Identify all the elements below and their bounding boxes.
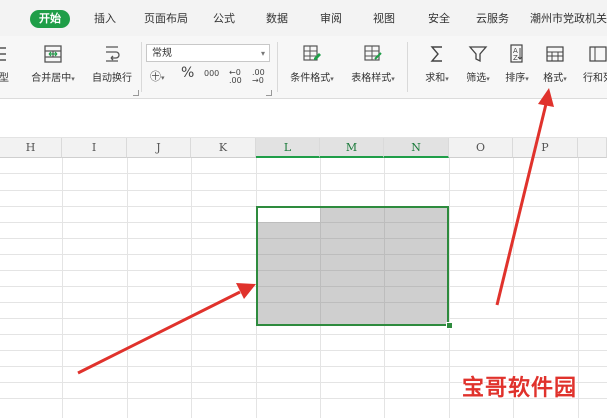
annotation-arrows xyxy=(77,88,554,375)
watermark: 宝哥软件园 xyxy=(462,376,578,401)
arrow-to-format-button xyxy=(495,88,554,306)
arrow-to-selection xyxy=(77,283,256,375)
